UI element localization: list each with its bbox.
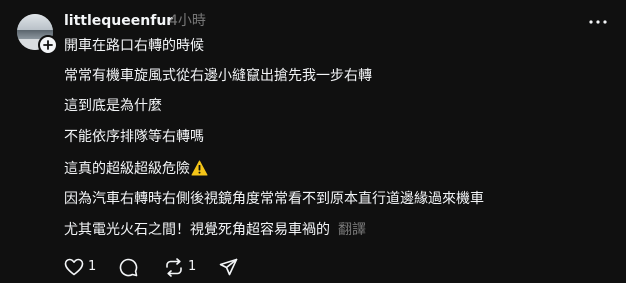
warning-icon [191,160,208,176]
share-button[interactable] [219,257,238,277]
post-text-line: 常常有機車旋風式從右邊小縫竄出搶先我一步右轉 [64,68,372,84]
post-text-line: 因為汽車右轉時右側後視鏡角度常常看不到原本直行道邊緣過來機車 [64,191,484,207]
post-text-line-with-icon: 這真的超級超級危險 [64,159,208,179]
post-text-line: 開車在路口右轉的時候 [64,38,204,54]
heart-icon [64,258,84,276]
post-text-line: 不能依序排隊等右轉嗎 [64,129,204,145]
post-text-line: 這到底是為什麼 [64,98,162,114]
username-link[interactable]: littlequeenfur [64,11,173,31]
translate-link[interactable]: 翻譯 [338,222,366,238]
avatar-sky [17,14,53,30]
like-count: 1 [88,259,97,274]
repost-count: 1 [188,259,197,274]
repost-button[interactable]: 1 [164,257,196,277]
repost-icon [166,257,182,277]
like-button[interactable]: 1 [64,257,96,277]
post-text-line: 尤其電光火石之間！視覺死角超容易車禍的 [64,222,330,238]
reply-button[interactable] [119,257,138,277]
more-options-button[interactable] [585,12,611,32]
thread-post: littlequeenfur 4小時 開車在路口右轉的時候 常常有機車旋風式從右… [0,0,626,283]
post-text-line: 這真的超級超級危險 [64,161,190,177]
more-horizontal-icon [589,20,607,24]
post-text-line-with-translate: 尤其電光火石之間！視覺死角超容易車禍的 翻譯 [64,220,366,240]
send-icon [219,258,238,276]
comment-icon [119,258,138,276]
follow-button[interactable] [38,35,58,55]
plus-icon [43,40,53,50]
timestamp[interactable]: 4小時 [169,11,206,31]
